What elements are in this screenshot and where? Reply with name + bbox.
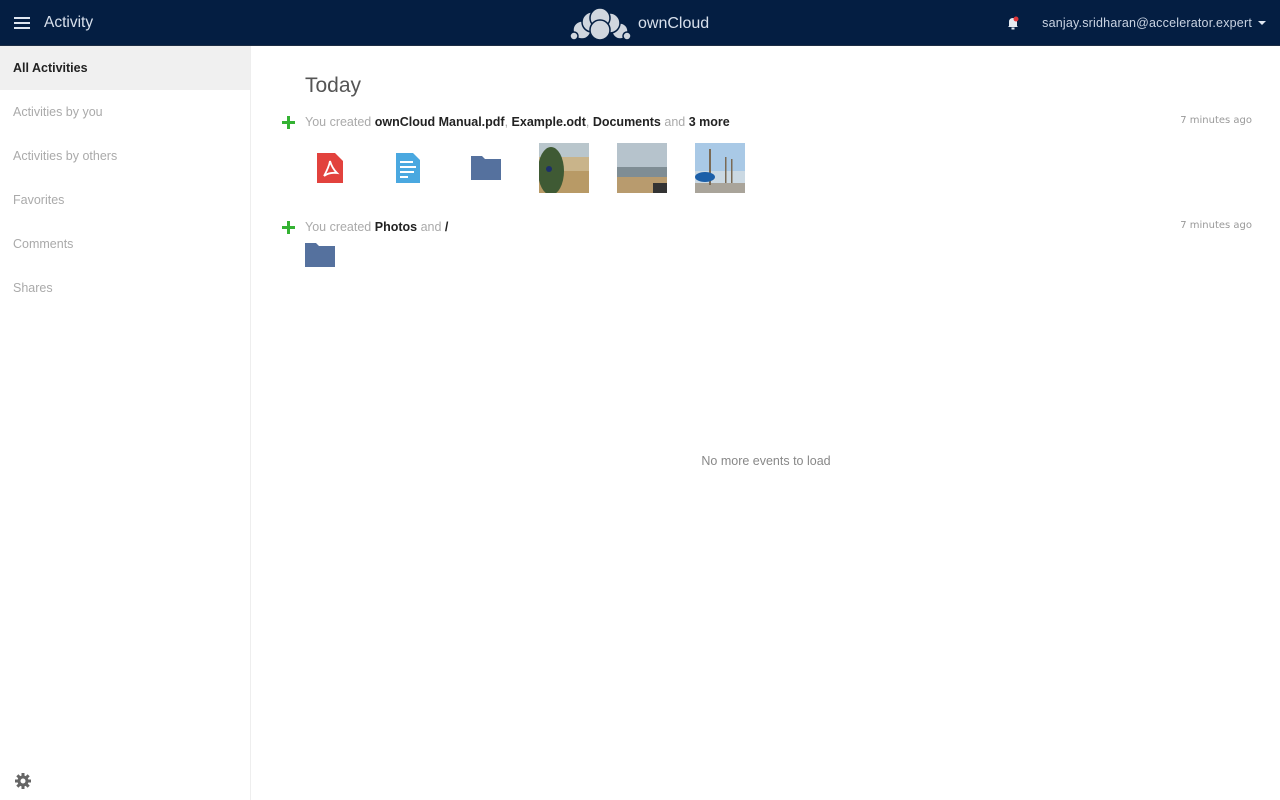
no-more-events: No more events to load (701, 454, 831, 468)
file-link-example-odt[interactable]: Example.odt (512, 115, 586, 129)
gear-icon[interactable] (14, 772, 32, 790)
text-file-icon (396, 153, 420, 183)
photo-thumbnail-beach (617, 143, 667, 193)
logo-text: ownCloud (638, 15, 710, 32)
preview-photo-beach[interactable] (617, 143, 667, 193)
chevron-down-icon[interactable] (1258, 21, 1266, 25)
owncloud-logo[interactable]: ownCloud (570, 6, 709, 42)
notifications-bell-icon[interactable] (1006, 16, 1020, 30)
sidebar: All Activities Activities by you Activit… (0, 46, 251, 800)
activity-stream: Today You created ownCloud Manual.pdf, E… (252, 46, 1280, 800)
app-title[interactable]: Activity (44, 14, 93, 32)
more-link[interactable]: 3 more (689, 115, 730, 129)
photo-thumbnail-pier (695, 143, 745, 193)
sidebar-item-shares[interactable]: Shares (0, 266, 250, 310)
created-plus-icon (282, 115, 295, 129)
photo-thumbnail-cactus (539, 143, 589, 193)
activity-timestamp: 7 minutes ago (1180, 220, 1252, 231)
cloud-icon (570, 7, 632, 41)
folder-icon (305, 243, 335, 267)
activity-subject: You created ownCloud Manual.pdf, Example… (305, 115, 730, 129)
folder-icon (471, 156, 501, 180)
preview-photos-folder[interactable] (305, 240, 335, 270)
user-menu[interactable]: sanjay.sridharan@accelerator.expert (1042, 16, 1252, 30)
sidebar-item-activities-by-you[interactable]: Activities by you (0, 90, 250, 134)
created-plus-icon (282, 220, 295, 234)
top-bar: Activity ownCloud sanjay.sridharan@accel… (0, 0, 1280, 46)
pdf-file-icon (317, 153, 343, 183)
activity-subject: You created Photos and / (305, 220, 449, 234)
activity-item: You created ownCloud Manual.pdf, Example… (282, 113, 1252, 193)
file-link-root[interactable]: / (445, 220, 448, 234)
file-link-owncloud-manual[interactable]: ownCloud Manual.pdf (375, 115, 505, 129)
activity-item: You created Photos and / 7 minutes ago (282, 218, 1252, 270)
sidebar-item-comments[interactable]: Comments (0, 222, 250, 266)
sidebar-item-activities-by-others[interactable]: Activities by others (0, 134, 250, 178)
preview-pdf[interactable] (305, 143, 355, 193)
activity-timestamp: 7 minutes ago (1180, 115, 1252, 126)
preview-photo-pier[interactable] (695, 143, 745, 193)
preview-photo-cactus[interactable] (539, 143, 589, 193)
file-link-photos[interactable]: Photos (375, 220, 417, 234)
section-title-today: Today (305, 74, 362, 97)
preview-documents[interactable] (461, 143, 511, 193)
sidebar-item-all-activities[interactable]: All Activities (0, 46, 250, 90)
preview-odt[interactable] (383, 143, 433, 193)
app-menu-toggle[interactable]: Activity (14, 0, 93, 46)
hamburger-icon[interactable] (14, 17, 30, 29)
sidebar-item-favorites[interactable]: Favorites (0, 178, 250, 222)
file-link-documents[interactable]: Documents (593, 115, 661, 129)
